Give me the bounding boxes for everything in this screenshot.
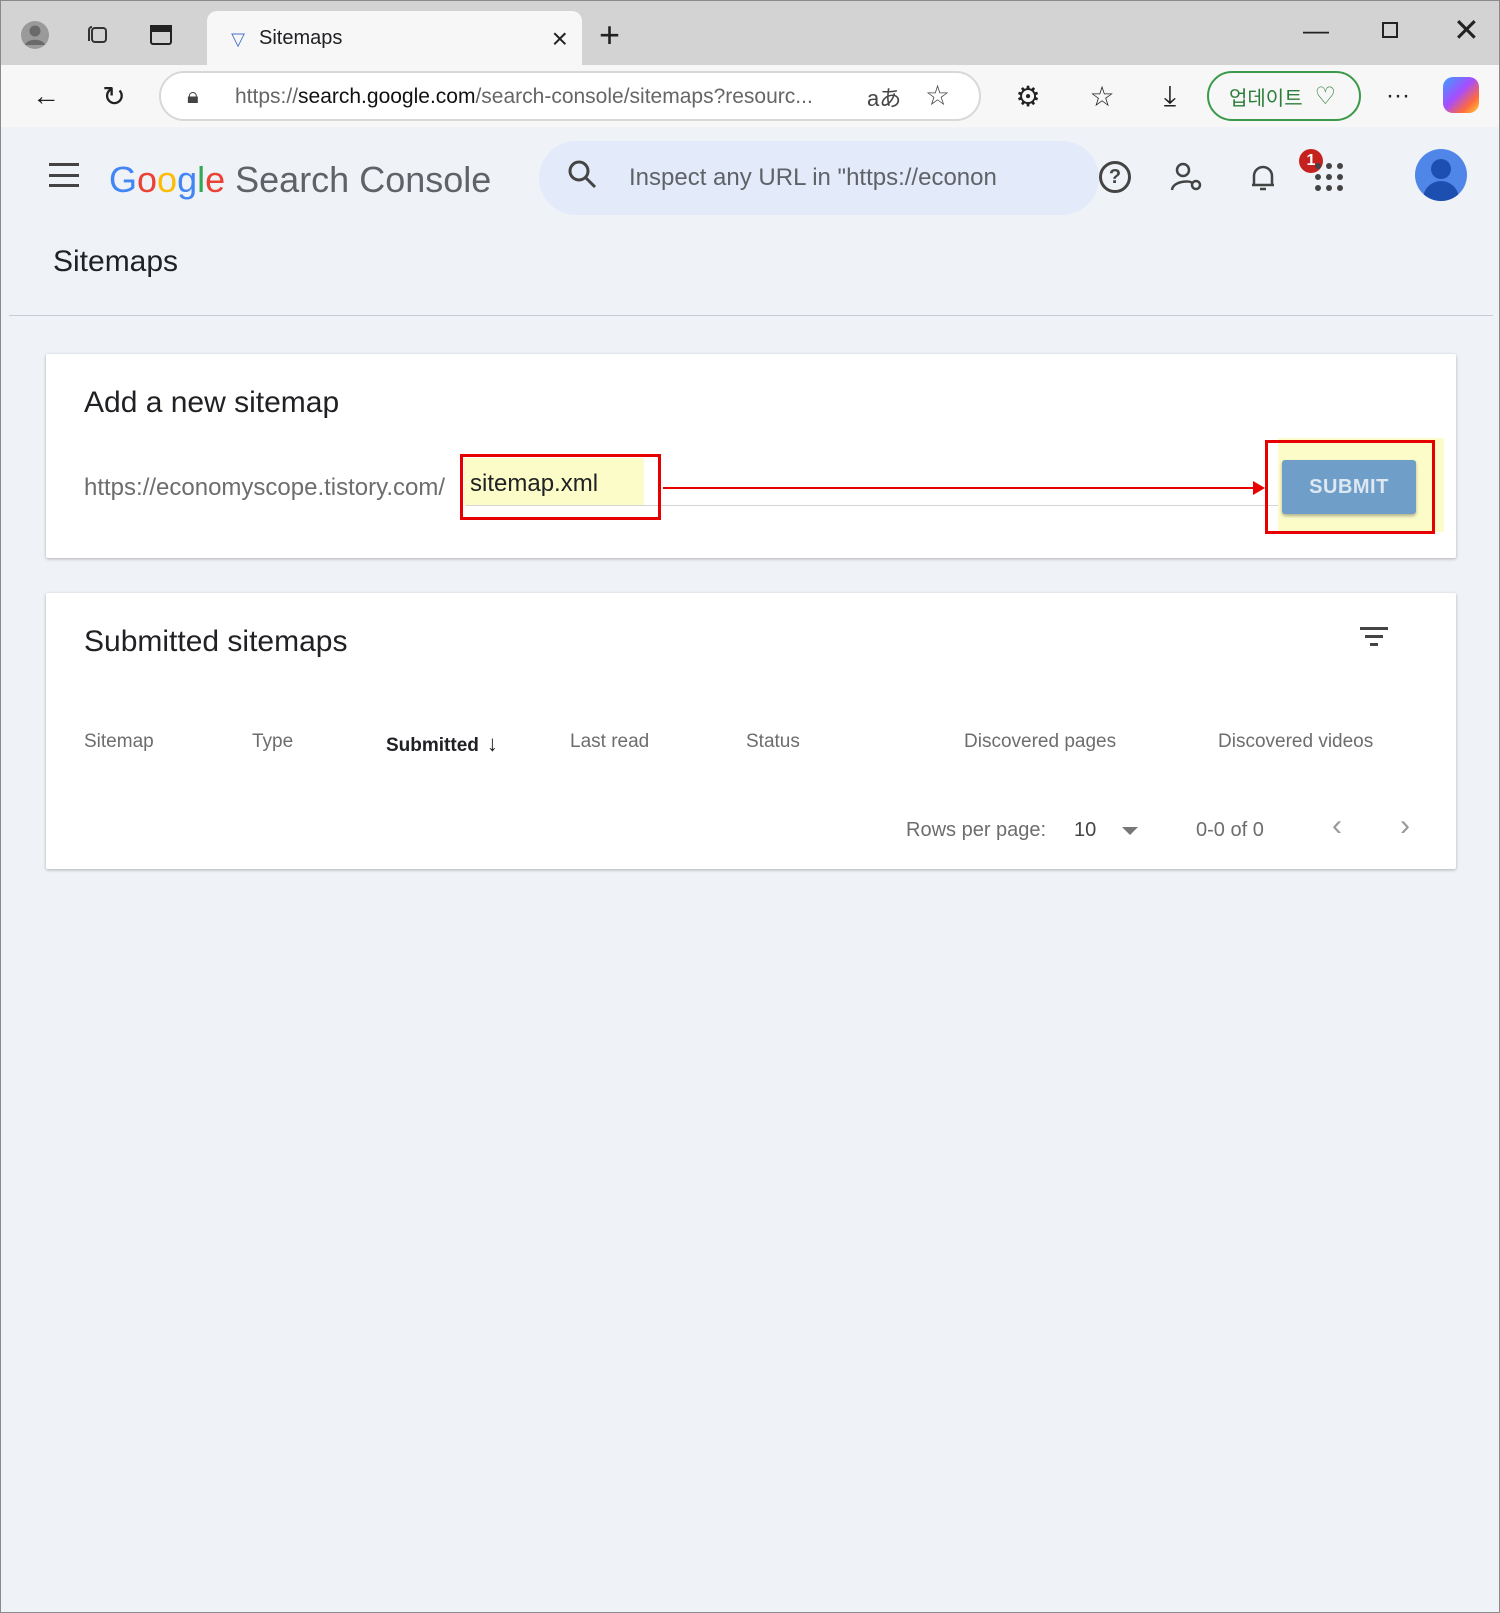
pagination-range: 0-0 of 0 [1196, 819, 1264, 841]
logo-letter: e [205, 159, 226, 200]
rows-per-page-label: Rows per page: [906, 819, 1047, 841]
logo-letter: g [177, 159, 198, 200]
add-sitemap-title: Add a new sitemap [84, 386, 340, 419]
translate-icon[interactable]: aあ [867, 81, 901, 113]
column-header-discovered-videos[interactable]: Discovered videos [1218, 731, 1373, 753]
page-title: Sitemaps [53, 245, 179, 278]
apps-grid-icon[interactable] [1307, 155, 1351, 199]
user-settings-icon[interactable] [1165, 155, 1209, 199]
logo-letter: o [137, 159, 158, 200]
google-search-console-logo[interactable]: Google Search Console [109, 159, 491, 201]
update-label: 업데이트 [1229, 87, 1303, 110]
tab-title: Sitemaps [259, 27, 343, 49]
column-header-status[interactable]: Status [746, 731, 800, 753]
hamburger-menu-icon[interactable] [49, 163, 79, 187]
close-window-icon[interactable]: ✕ [1453, 11, 1480, 49]
minimize-icon[interactable]: — [1303, 15, 1329, 46]
input-annotation-box [460, 454, 661, 520]
favorites-icon[interactable]: ☆ [1081, 75, 1123, 117]
search-icon[interactable] [567, 159, 597, 197]
logo-letter: l [197, 159, 206, 200]
copilot-icon[interactable] [1443, 77, 1479, 113]
address-toolbar: ← ↻ 🔒︎ https://search.google.com/search-… [1, 65, 1499, 127]
logo-letter: o [157, 159, 178, 200]
favorite-star-icon[interactable]: ☆ [925, 79, 950, 112]
reload-icon[interactable]: ↻ [93, 75, 135, 117]
more-menu-icon[interactable]: ··· [1377, 75, 1419, 117]
url-scheme: https:// [235, 85, 299, 108]
column-header-sitemap[interactable]: Sitemap [84, 731, 154, 753]
maximize-icon[interactable] [1381, 15, 1399, 46]
column-header-last-read[interactable]: Last read [570, 731, 649, 753]
search-console-header: GoogleSearch Console ? 1 Sitemaps [9, 127, 1493, 315]
site-info-lock-icon[interactable]: 🔒︎ [187, 83, 199, 109]
submit-annotation-box [1265, 440, 1435, 534]
browser-update-button[interactable]: 업데이트 ♡ [1207, 71, 1361, 121]
submitted-sitemaps-title: Submitted sitemaps [84, 625, 348, 658]
rows-per-page-caret-icon[interactable] [1122, 827, 1138, 835]
tab-sitemaps[interactable]: ▽ Sitemaps × [207, 11, 582, 65]
url-host: search.google.com [298, 85, 476, 108]
tab-strip: ▽ Sitemaps × + — ✕ [1, 1, 1499, 65]
next-page-icon[interactable]: › [1400, 809, 1410, 843]
address-url[interactable]: https://search.google.com/search-console… [235, 85, 855, 109]
new-tab-icon[interactable]: + [599, 15, 620, 55]
header-divider [9, 315, 1493, 316]
help-icon[interactable]: ? [1093, 155, 1137, 199]
profile-icon[interactable] [15, 15, 55, 55]
filter-icon[interactable] [1360, 625, 1392, 649]
column-header-submitted-label: Submitted [386, 735, 479, 756]
previous-page-icon[interactable]: ‹ [1332, 809, 1342, 843]
product-name: Search Console [235, 159, 492, 200]
logo-letter: G [109, 159, 138, 200]
browser-window: ▽ Sitemaps × + — ✕ ← ↻ 🔒︎ https://search… [0, 0, 1500, 1613]
url-path: /search-console/sitemaps?resourc... [475, 85, 813, 108]
back-arrow-icon[interactable]: ← [25, 75, 67, 117]
add-sitemap-card: Add a new sitemap https://economyscope.t… [46, 354, 1456, 558]
sort-descending-arrow-icon: ↓ [486, 731, 498, 756]
vertical-tabs-icon[interactable] [141, 15, 181, 55]
tab-close-icon[interactable]: × [552, 23, 568, 55]
search-console-favicon: ▽ [231, 28, 245, 49]
extensions-icon[interactable]: ⚙︎ [1007, 75, 1049, 117]
annotation-arrow [663, 481, 1265, 495]
downloads-icon[interactable]: ⤓ [1149, 75, 1191, 117]
column-header-discovered-pages[interactable]: Discovered pages [964, 731, 1116, 753]
rows-per-page-select[interactable]: 10 [1074, 819, 1096, 842]
account-avatar[interactable] [1415, 149, 1467, 201]
submitted-sitemaps-card: Submitted sitemaps Sitemap Type Submitte… [46, 593, 1456, 869]
column-header-type[interactable]: Type [252, 731, 293, 753]
workspaces-icon[interactable] [77, 15, 117, 55]
url-inspection-search[interactable] [539, 141, 1099, 215]
browser-essentials-heart-icon: ♡ [1314, 82, 1337, 110]
address-bar[interactable]: 🔒︎ https://search.google.com/search-cons… [159, 71, 981, 121]
sitemap-url-prefix: https://economyscope.tistory.com/ [84, 474, 446, 501]
url-inspection-input[interactable] [629, 159, 1009, 197]
bell-icon[interactable] [1241, 155, 1285, 199]
column-header-submitted[interactable]: Submitted ↓ [386, 731, 498, 757]
